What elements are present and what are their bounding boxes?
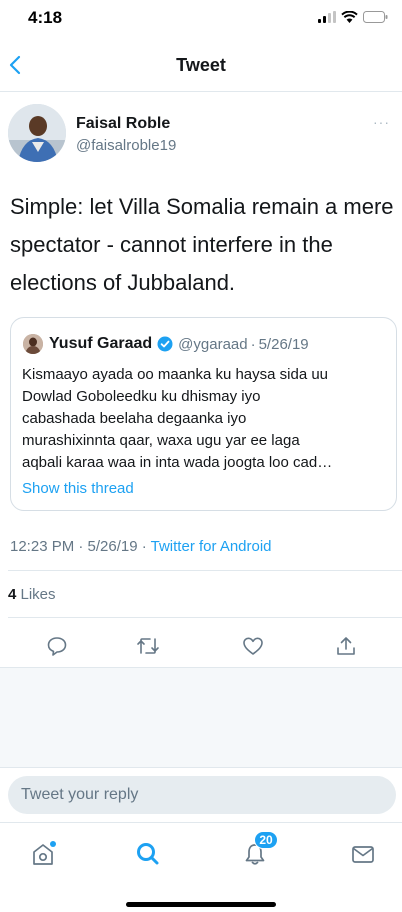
more-options-button[interactable]: ···	[373, 114, 390, 130]
quoted-date: 5/26/19	[258, 335, 309, 353]
quoted-author-name: Yusuf Garaad	[49, 335, 153, 352]
nav-bar: Tweet	[0, 38, 402, 92]
quoted-tweet-header: Yusuf Garaad @ygaraad · 5/26/19	[23, 334, 309, 354]
signal-icon	[318, 11, 336, 23]
tab-search[interactable]	[131, 837, 165, 871]
mail-icon	[352, 846, 374, 863]
replies-area	[0, 667, 402, 767]
share-icon	[337, 637, 355, 655]
retweet-button[interactable]	[133, 631, 163, 661]
tab-bar: 20	[0, 822, 402, 912]
reply-bar	[0, 767, 402, 822]
likes-row[interactable]: 4 Likes	[8, 586, 56, 603]
status-bar: 4:18	[0, 0, 402, 38]
share-button[interactable]	[331, 631, 361, 661]
reply-icon	[47, 637, 67, 656]
heart-icon	[243, 637, 263, 655]
page-title: Tweet	[176, 55, 226, 75]
tweet-author: Faisal Roble @faisalroble19 ···	[0, 102, 402, 164]
status-time: 4:18	[28, 8, 63, 27]
battery-icon	[363, 11, 388, 23]
reply-button[interactable]	[42, 631, 72, 661]
author-name[interactable]: Faisal Roble	[76, 115, 170, 133]
divider	[8, 617, 402, 618]
retweet-icon	[137, 638, 159, 654]
tweet-meta: 12:23 PM · 5/26/19 · Twitter for Android	[10, 538, 272, 555]
tweet-text: Simple: let Villa Somalia remain a mere …	[10, 194, 394, 295]
home-icon	[33, 841, 56, 865]
reply-input[interactable]	[8, 776, 396, 814]
quoted-separator: ·	[250, 335, 256, 353]
avatar-photo	[8, 104, 66, 162]
tweet-source-link[interactable]: Twitter for Android	[151, 538, 272, 555]
quoted-tweet-text: Kismaayo ayada oo maanka ku haysa sida u…	[22, 366, 333, 471]
notifications-badge: 20	[254, 831, 278, 849]
quoted-avatar-photo	[23, 334, 43, 354]
divider	[8, 570, 402, 571]
tweet-timestamp: 12:23 PM · 5/26/19 ·	[10, 538, 151, 555]
quoted-tweet[interactable]: Yusuf Garaad @ygaraad · 5/26/19 Kismaayo…	[10, 317, 397, 511]
tab-messages[interactable]	[346, 837, 380, 871]
likes-label: Likes	[16, 586, 56, 603]
avatar[interactable]	[8, 104, 66, 162]
quoted-avatar	[23, 334, 43, 354]
show-thread-link[interactable]: Show this thread	[22, 480, 134, 497]
tab-notifications[interactable]: 20	[238, 831, 278, 871]
tab-home[interactable]	[26, 837, 60, 871]
quoted-author-handle: @ygaraad	[178, 335, 248, 353]
like-button[interactable]	[238, 631, 268, 661]
wifi-icon	[341, 11, 358, 23]
author-handle[interactable]: @faisalroble19	[76, 137, 176, 154]
tweet-actions	[0, 625, 402, 665]
search-icon	[137, 843, 159, 865]
home-indicator	[126, 902, 276, 907]
status-icons	[318, 11, 388, 23]
verified-badge-icon	[157, 336, 173, 352]
